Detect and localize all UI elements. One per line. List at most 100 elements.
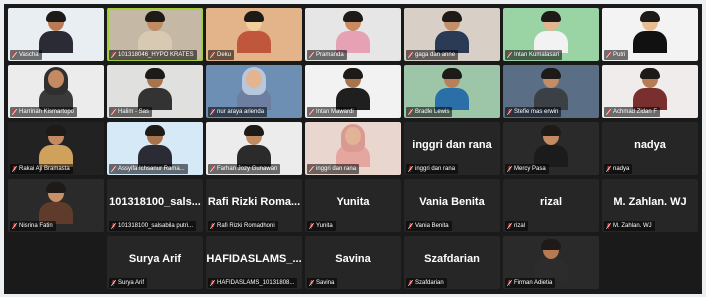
participant-tile[interactable]: 101318100_sals... 101318100_salsabila put… — [107, 179, 203, 232]
name-label-chip: Savina — [307, 278, 338, 288]
participant-figure — [138, 68, 172, 110]
participant-name-text: Stefie mas erwin — [514, 109, 559, 115]
mic-muted-icon — [12, 52, 17, 58]
mic-muted-icon — [507, 166, 512, 172]
participant-name-label: nadya — [604, 164, 696, 174]
participant-tile[interactable]: Surya Arif Surya Arif — [107, 236, 203, 289]
participant-name-label: 101318046_HYPO KRATES — [109, 50, 201, 60]
participant-name-text: M. Zahlan. WJ — [613, 223, 652, 229]
mic-muted-icon — [408, 223, 413, 229]
name-label-chip: rizal — [505, 221, 529, 231]
participant-name-text: Bradle Lewis — [415, 109, 450, 115]
participant-name-label: Firman Adietia — [505, 278, 597, 288]
participant-name-label: HAFIDASLAMS_10131808... — [208, 278, 300, 288]
participant-tile[interactable]: Halim - Sas — [107, 65, 203, 118]
participant-tile[interactable]: Yunita Yunita — [305, 179, 401, 232]
participant-tile[interactable]: Pramanda — [305, 8, 401, 61]
participant-name-label: gaga dan anne — [406, 50, 498, 60]
mic-muted-icon — [210, 223, 215, 229]
gallery-view: Vascha 101318046_HYPO KRATES Deku Pramanda g… — [4, 4, 702, 294]
participant-name-label: Pramanda — [307, 50, 399, 60]
participant-name-label: Szafdarian — [406, 278, 498, 288]
name-label-chip: Stefie mas erwin — [505, 107, 562, 117]
participant-tile[interactable]: Nisrina Fatin — [8, 179, 104, 232]
name-label-chip: HAFIDASLAMS_10131808... — [208, 278, 298, 288]
participant-name-text: Halim - Sas — [118, 109, 150, 115]
name-label-chip: Yunita — [307, 221, 336, 231]
participant-tile[interactable]: nadya nadya — [602, 122, 698, 175]
participant-tile[interactable]: M. Zahlan. WJ M. Zahlan. WJ — [602, 179, 698, 232]
participant-figure — [435, 68, 469, 110]
name-label-chip: Bradle Lewis — [406, 107, 453, 117]
participant-tile[interactable]: inggri dan rana — [305, 122, 401, 175]
name-label-chip: Vascha — [10, 50, 42, 60]
participant-tile[interactable]: rizal rizal — [503, 179, 599, 232]
participant-name-label: nur araya arienda — [208, 107, 300, 117]
participant-tile[interactable]: HAFIDASLAMS_... HAFIDASLAMS_10131808... — [206, 236, 302, 289]
participant-name-label: Intan Kumalasari — [505, 50, 597, 60]
participant-tile[interactable]: Rafi Rizki Roma... Rafi Rizki Romadhoni — [206, 179, 302, 232]
participant-name-text: Firman Adietia — [514, 280, 553, 286]
participant-tile[interactable]: Putri — [602, 8, 698, 61]
participant-name-label: Mercy Pasa — [505, 164, 597, 174]
participant-tile[interactable]: Rakai Aji Bramasta — [8, 122, 104, 175]
participant-tile[interactable]: inggri dan rana inggri dan rana — [404, 122, 500, 175]
participant-name-text: Intan Mawardi — [316, 109, 354, 115]
mic-muted-icon — [408, 109, 413, 115]
participant-tile[interactable]: Stefie mas erwin — [503, 65, 599, 118]
participant-figure — [138, 11, 172, 53]
participant-name-label: 101318100_salsabila putri... — [109, 221, 201, 231]
mic-muted-icon — [111, 280, 116, 286]
participant-tile[interactable]: 101318046_HYPO KRATES — [107, 8, 203, 61]
participant-figure — [336, 68, 370, 110]
participant-tile[interactable]: Mercy Pasa — [503, 122, 599, 175]
participant-tile[interactable]: Deku — [206, 8, 302, 61]
mic-muted-icon — [111, 109, 116, 115]
participant-figure — [39, 182, 73, 224]
participant-figure — [336, 11, 370, 53]
participant-tile[interactable]: Achmad Zidan F — [602, 65, 698, 118]
participant-name-text: Intan Kumalasari — [514, 52, 560, 58]
participant-name-label: Nisrina Fatin — [10, 221, 102, 231]
participant-tile[interactable]: Firman Adietia — [503, 236, 599, 289]
participant-tile[interactable]: Intan Kumalasari — [503, 8, 599, 61]
participant-name-text: Vascha — [19, 52, 39, 58]
participant-name-label: Vascha — [10, 50, 102, 60]
mic-muted-icon — [309, 280, 314, 286]
empty-slot — [8, 236, 104, 289]
participant-tile[interactable]: Assyifa Ichsanur Rama... — [107, 122, 203, 175]
participant-name-label: Rakai Aji Bramasta — [10, 164, 102, 174]
participant-name-label: Stefie mas erwin — [505, 107, 597, 117]
participant-tile[interactable]: gaga dan anne — [404, 8, 500, 61]
participant-tile[interactable]: Savina Savina — [305, 236, 401, 289]
participant-tile[interactable]: nur araya arienda — [206, 65, 302, 118]
participant-tile[interactable]: Bradle Lewis — [404, 65, 500, 118]
participant-tile[interactable]: Vascha — [8, 8, 104, 61]
participant-tile[interactable]: Farhan Jozy Gunawan — [206, 122, 302, 175]
mic-muted-icon — [12, 223, 17, 229]
name-label-chip: Achmad Zidan F — [604, 107, 661, 117]
name-label-chip: Rakai Aji Bramasta — [10, 164, 73, 174]
name-label-chip: Halim - Sas — [109, 107, 153, 117]
participant-display-name: Surya Arif — [128, 253, 182, 265]
name-label-chip: Nisrina Fatin — [10, 221, 56, 231]
participant-tile[interactable]: Szafdarian Szafdarian — [404, 236, 500, 289]
mic-muted-icon — [606, 223, 611, 229]
name-label-chip: inggri dan rana — [406, 164, 459, 174]
name-label-chip: M. Zahlan. WJ — [604, 221, 655, 231]
participant-figure — [435, 11, 469, 53]
name-label-chip: Mercy Pasa — [505, 164, 549, 174]
participant-name-label: Rafi Rizki Romadhoni — [208, 221, 300, 231]
participant-tile[interactable]: Intan Mawardi — [305, 65, 401, 118]
participant-tile[interactable]: Harrinah Kismartopo — [8, 65, 104, 118]
participant-name-text: rizal — [514, 223, 526, 229]
participant-name-text: Szafdarian — [415, 280, 444, 286]
mic-muted-icon — [309, 52, 314, 58]
participant-name-label: Putri — [604, 50, 696, 60]
mic-muted-icon — [111, 166, 116, 172]
name-label-chip: Vania Benita — [406, 221, 452, 231]
participant-name-text: Assyifa Ichsanur Rama... — [118, 166, 185, 172]
participant-name-text: Yunita — [316, 223, 333, 229]
participant-tile[interactable]: Vania Benita Vania Benita — [404, 179, 500, 232]
mic-muted-icon — [309, 223, 314, 229]
